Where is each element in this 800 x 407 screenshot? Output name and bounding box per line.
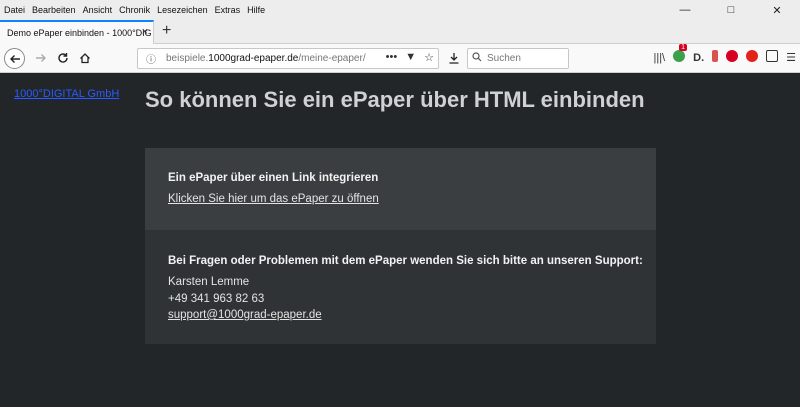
pocket-icon[interactable]: ▼ <box>405 51 416 64</box>
menu-item-bearbeiten[interactable]: Bearbeiten <box>32 5 76 15</box>
search-icon <box>472 52 482 65</box>
address-bar[interactable]: ⓘ beispiele.1000grad-epaper.de/meine-epa… <box>137 48 439 69</box>
tab-strip: Demo ePaper einbinden - 1000°DIG × + <box>0 20 800 44</box>
home-icon[interactable] <box>74 47 96 69</box>
tab-demo-epaper[interactable]: Demo ePaper einbinden - 1000°DIG × <box>0 20 154 44</box>
navigation-bar: ⓘ beispiele.1000grad-epaper.de/meine-epa… <box>0 44 800 73</box>
page-content: 1000°DIGITAL GmbH So können Sie ein ePap… <box>0 74 800 407</box>
title-bar: Datei Bearbeiten Ansicht Chronik Lesezei… <box>0 0 800 20</box>
brand-link[interactable]: 1000°DIGITAL GmbH <box>14 88 119 100</box>
info-icon[interactable]: ⓘ <box>142 51 160 66</box>
section2-heading: Bei Fragen oder Problemen mit dem ePaper… <box>168 255 643 267</box>
menu-item-ansicht[interactable]: Ansicht <box>83 5 113 15</box>
contact-phone: +49 341 963 82 63 <box>168 293 265 305</box>
reload-icon[interactable] <box>52 47 74 69</box>
menu-item-chronik[interactable]: Chronik <box>119 5 150 15</box>
extension-m-icon[interactable] <box>726 50 739 65</box>
window-controls: — □ ✕ <box>662 0 800 20</box>
new-tab-icon[interactable]: + <box>162 22 171 40</box>
open-epaper-link[interactable]: Klicken Sie hier um das ePaper zu öffnen <box>168 193 379 205</box>
search-input[interactable]: Suchen <box>467 48 569 69</box>
toolbar-icons: |||\ 1 D. ☰ <box>653 44 796 65</box>
tab-title: Demo ePaper einbinden - 1000°DIG <box>7 28 152 38</box>
menu-item-datei[interactable]: Datei <box>4 5 25 15</box>
extension-red-bar-icon[interactable] <box>712 50 719 65</box>
adblock-icon[interactable] <box>746 50 759 65</box>
forward-arrow-icon[interactable] <box>30 47 52 69</box>
menu-bar: Datei Bearbeiten Ansicht Chronik Lesezei… <box>0 5 272 15</box>
menu-item-extras[interactable]: Extras <box>215 5 241 15</box>
hamburger-menu-icon[interactable]: ☰ <box>786 51 796 64</box>
page-actions-icon[interactable]: ••• <box>386 51 398 64</box>
search-placeholder: Suchen <box>487 53 521 64</box>
menu-item-hilfe[interactable]: Hilfe <box>247 5 265 15</box>
tab-close-icon[interactable]: × <box>142 26 148 38</box>
menu-item-lesezeichen[interactable]: Lesezeichen <box>157 5 208 15</box>
bookmark-star-icon[interactable]: ☆ <box>424 51 434 64</box>
section1-heading: Ein ePaper über einen Link integrieren <box>168 172 379 184</box>
url-actions: ••• ▼ ☆ <box>386 51 434 64</box>
support-email-link[interactable]: support@1000grad-epaper.de <box>168 309 322 321</box>
back-arrow-icon[interactable] <box>4 48 25 69</box>
extension-d-icon[interactable]: D. <box>693 52 704 64</box>
minimize-icon[interactable]: — <box>662 0 708 20</box>
maximize-icon[interactable]: □ <box>708 0 754 20</box>
library-icon[interactable]: |||\ <box>653 52 665 64</box>
extension-badge-icon[interactable]: 1 <box>673 44 688 65</box>
contact-name: Karsten Lemme <box>168 276 250 288</box>
close-window-icon[interactable]: ✕ <box>754 0 800 20</box>
page-title: So können Sie ein ePaper über HTML einbi… <box>145 87 645 112</box>
download-icon[interactable] <box>443 47 465 69</box>
support-section: Bei Fragen oder Problemen mit dem ePaper… <box>145 230 656 344</box>
link-section: Ein ePaper über einen Link integrieren K… <box>145 148 656 230</box>
notification-count: 1 <box>679 44 688 51</box>
url-text[interactable]: beispiele.1000grad-epaper.de/meine-epape… <box>166 53 366 64</box>
sidebar-icon[interactable] <box>766 50 779 65</box>
